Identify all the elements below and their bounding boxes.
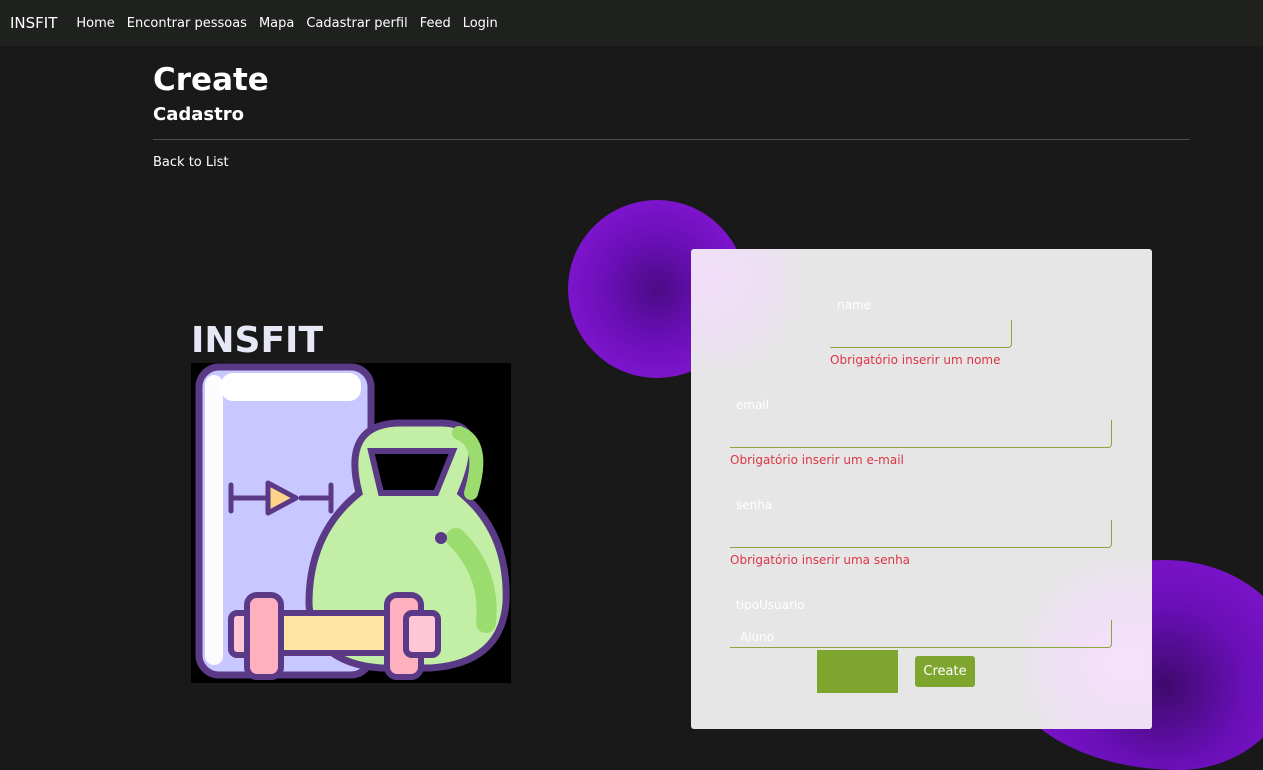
create-form: name Obrigatório inserir um nome email O… [691,249,1152,729]
form-glow-top [691,249,811,379]
senha-error: Obrigatório inserir uma senha [730,553,911,567]
senha-label: senha [736,498,773,512]
tipo-usuario-input[interactable] [730,620,1112,648]
back-to-list-link[interactable]: Back to List [153,155,229,170]
fitness-illustration-icon [191,363,511,683]
navbar: INSFIT Home Encontrar pessoas Mapa Cadas… [0,0,1263,46]
name-input[interactable] [830,320,1012,348]
create-button[interactable]: Create [915,656,975,687]
name-error: Obrigatório inserir um nome [830,353,1001,367]
nav-link-mapa[interactable]: Mapa [259,16,294,31]
page-title: Create [153,62,269,98]
divider [153,139,1190,140]
email-error: Obrigatório inserir um e-mail [730,453,904,467]
nav-link-login[interactable]: Login [463,16,498,31]
page-subtitle: Cadastro [153,104,244,125]
nav-link-encontrar-pessoas[interactable]: Encontrar pessoas [127,16,247,31]
nav-link-cadastrar-perfil[interactable]: Cadastrar perfil [306,16,407,31]
navbar-brand[interactable]: INSFIT [10,14,57,32]
email-label: email [736,398,770,412]
email-input[interactable] [730,420,1112,448]
hero-brand-heading: INSFIT [191,320,323,361]
fitness-app-illustration [191,363,511,683]
senha-input[interactable] [730,520,1112,548]
tipo-usuario-label: tipoUsuario [736,598,805,612]
name-label: name [837,298,872,312]
nav-link-home[interactable]: Home [76,16,114,31]
nav-link-feed[interactable]: Feed [420,16,451,31]
submit-block[interactable] [817,650,898,693]
